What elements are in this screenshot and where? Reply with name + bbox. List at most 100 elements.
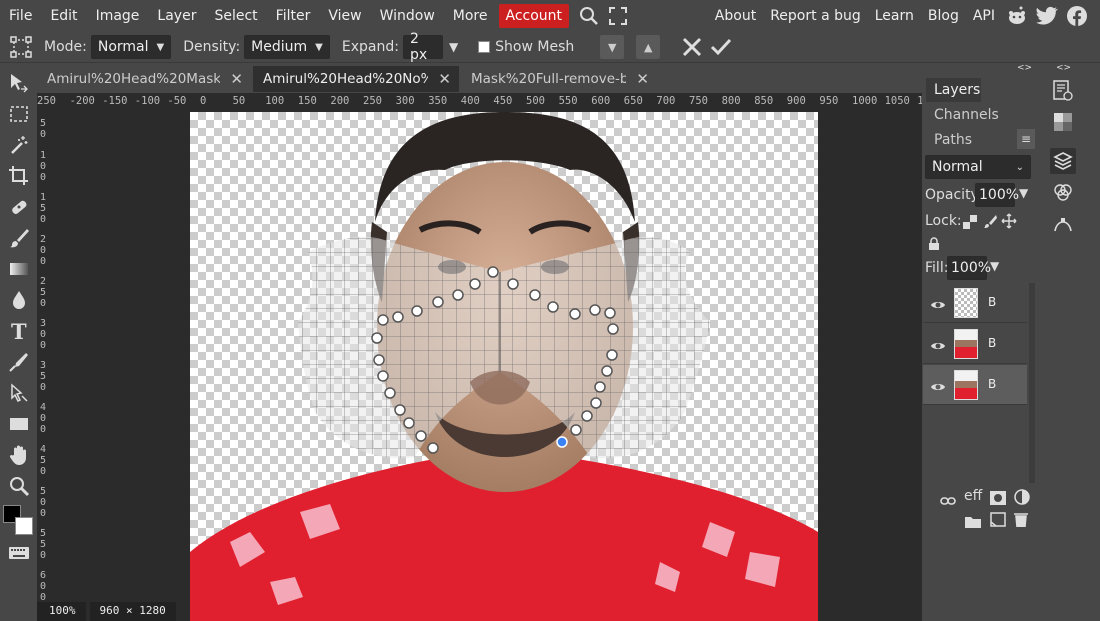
blog-link[interactable]: Blog xyxy=(921,8,966,24)
density-dropdown[interactable]: Medium ▼ xyxy=(244,35,330,59)
layers-icon[interactable] xyxy=(1050,148,1076,174)
account-button[interactable]: Account xyxy=(498,4,570,28)
twitter-icon[interactable] xyxy=(1036,5,1058,27)
type-icon[interactable]: T xyxy=(6,318,32,344)
layer-row[interactable]: B xyxy=(923,283,1027,323)
gradient-icon[interactable] xyxy=(6,256,32,282)
svg-text:5: 5 xyxy=(40,455,46,466)
search-icon[interactable] xyxy=(579,6,599,26)
opacity-input[interactable]: 100% xyxy=(975,183,1019,207)
facebook-icon[interactable] xyxy=(1066,5,1088,27)
close-icon[interactable]: ✕ xyxy=(438,70,451,88)
zoom-icon[interactable] xyxy=(6,473,32,499)
density-value: Medium xyxy=(251,39,308,55)
layers-scrollbar[interactable] xyxy=(1029,283,1035,483)
svg-text:3: 3 xyxy=(40,318,46,329)
close-icon[interactable]: ✕ xyxy=(636,70,649,88)
document-image[interactable] xyxy=(190,112,818,621)
shape-icon[interactable] xyxy=(6,411,32,437)
add-mask-icon[interactable] xyxy=(990,490,1006,509)
tab-layers[interactable]: Layers xyxy=(926,78,981,102)
commit-check-icon[interactable] xyxy=(710,37,732,57)
svg-text:5: 5 xyxy=(40,486,46,497)
tab-document-2[interactable]: Amirul%20Head%20No%2 * ✕ xyxy=(253,66,459,92)
fullscreen-icon[interactable] xyxy=(609,7,628,25)
ruler-tick-label: -150 xyxy=(102,95,128,107)
crop-icon[interactable] xyxy=(6,163,32,189)
reddit-icon[interactable] xyxy=(1006,5,1028,27)
eye-icon[interactable] xyxy=(930,378,946,397)
lock-move-icon[interactable] xyxy=(1001,213,1017,233)
chevron-down-icon: ⌄ xyxy=(1015,161,1024,173)
image-canvas[interactable] xyxy=(190,112,818,621)
eye-icon[interactable] xyxy=(930,296,946,315)
menu-view[interactable]: View xyxy=(319,8,370,24)
menu-file[interactable]: File xyxy=(0,8,41,24)
about-link[interactable]: About xyxy=(708,8,763,24)
svg-text:0: 0 xyxy=(40,581,46,592)
blur-icon[interactable] xyxy=(6,287,32,313)
healing-icon[interactable] xyxy=(6,194,32,220)
lock-transparency-icon[interactable] xyxy=(963,214,977,233)
fill-slider-toggle[interactable]: ▼ xyxy=(990,259,999,273)
keyboard-icon[interactable] xyxy=(9,544,29,563)
swatches-icon[interactable] xyxy=(1050,109,1076,135)
path-select-icon[interactable] xyxy=(6,380,32,406)
effects-button[interactable]: eff xyxy=(964,488,982,504)
layer-name[interactable]: B xyxy=(988,295,996,309)
report-bug-link[interactable]: Report a bug xyxy=(763,8,868,24)
menu-select[interactable]: Select xyxy=(205,8,266,24)
eye-icon[interactable] xyxy=(930,337,946,356)
menu-edit[interactable]: Edit xyxy=(41,8,86,24)
layer-name[interactable]: B xyxy=(988,377,996,391)
tab-paths[interactable]: Paths xyxy=(926,128,981,152)
zoom-level[interactable]: 100% xyxy=(37,602,86,621)
ruler-tick-label: 0 xyxy=(200,95,207,107)
expand-slider-toggle[interactable]: ▼ xyxy=(449,40,458,54)
menu-layer[interactable]: Layer xyxy=(148,8,205,24)
history-icon[interactable] xyxy=(1050,78,1076,104)
hand-icon[interactable] xyxy=(6,442,32,468)
tab-channels[interactable]: Channels xyxy=(926,103,1006,127)
marquee-tool-icon[interactable] xyxy=(6,101,32,127)
tab-document-1[interactable]: Amirul%20Head%20Mask%2 ✕ xyxy=(37,66,251,92)
link-layers-icon[interactable] xyxy=(940,491,956,510)
menu-window[interactable]: Window xyxy=(371,8,444,24)
show-mesh-label[interactable]: Show Mesh xyxy=(495,39,574,55)
panel-menu-icon[interactable]: ≡ xyxy=(1017,129,1035,149)
cancel-icon[interactable] xyxy=(682,37,702,57)
layer-row[interactable]: B xyxy=(923,365,1027,405)
folder-icon[interactable] xyxy=(965,513,981,532)
fill-input[interactable]: 100% xyxy=(947,256,991,280)
expand-input[interactable]: 2 px xyxy=(402,31,443,63)
adjustment-layer-icon[interactable] xyxy=(1014,489,1030,509)
layer-row[interactable]: B xyxy=(923,324,1027,364)
show-mesh-checkbox[interactable] xyxy=(478,41,491,53)
new-layer-icon[interactable] xyxy=(990,512,1006,531)
brush-icon[interactable] xyxy=(6,225,32,251)
background-color-swatch[interactable] xyxy=(15,517,33,535)
blend-mode-dropdown[interactable]: Normal ⌄ xyxy=(925,155,1031,179)
ruler-tick-label: 250 xyxy=(363,95,382,107)
arrange-down-button[interactable]: ▼ xyxy=(600,35,625,59)
close-icon[interactable]: ✕ xyxy=(230,70,243,88)
learn-link[interactable]: Learn xyxy=(868,8,921,24)
channels-icon[interactable] xyxy=(1050,179,1076,205)
magic-wand-icon[interactable] xyxy=(6,132,32,158)
menu-filter[interactable]: Filter xyxy=(267,8,320,24)
tab-document-3[interactable]: Mask%20Full-remove-bac ✕ xyxy=(461,66,657,92)
lock-all-icon[interactable] xyxy=(928,236,940,255)
delete-layer-icon[interactable] xyxy=(1014,512,1028,531)
api-link[interactable]: API xyxy=(966,8,1002,24)
menu-image[interactable]: Image xyxy=(87,8,149,24)
pen-icon[interactable] xyxy=(6,349,32,375)
paths-icon[interactable] xyxy=(1050,210,1076,236)
layer-name[interactable]: B xyxy=(988,336,996,350)
menu-more[interactable]: More xyxy=(444,8,497,24)
workspace[interactable] xyxy=(53,110,922,621)
opacity-slider-toggle[interactable]: ▼ xyxy=(1019,186,1028,200)
lock-brush-icon[interactable] xyxy=(983,213,997,232)
arrange-up-button[interactable]: ▲ xyxy=(636,35,661,59)
move-tool-icon[interactable] xyxy=(6,70,32,96)
mode-dropdown[interactable]: Normal ▼ xyxy=(90,35,172,59)
